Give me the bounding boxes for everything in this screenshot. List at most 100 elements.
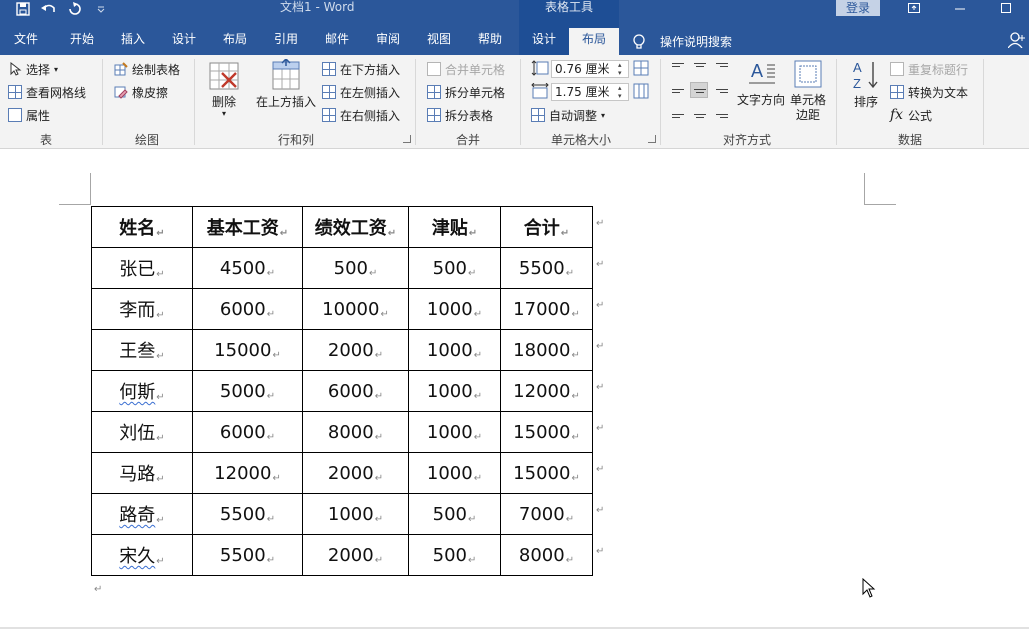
eraser-button[interactable]: 橡皮擦 [114, 82, 168, 102]
tab-layout[interactable]: 布局 [210, 28, 260, 55]
sort-button[interactable]: AZ 排序 [848, 59, 884, 110]
cell-margins-button[interactable]: 单元格 边距 [788, 59, 828, 123]
table-cell[interactable]: 8000↵ [500, 534, 593, 576]
column-width-input[interactable]: 1.75 厘米 ▴ ▾ [551, 83, 629, 101]
align-top-left-button[interactable] [668, 59, 686, 75]
table-cell[interactable]: 1000↵ [408, 411, 501, 453]
table-cell[interactable]: 500↵ [408, 534, 501, 576]
table-cell[interactable]: 500↵ [408, 493, 501, 535]
text-direction-button[interactable]: A 文字方向 [734, 59, 788, 108]
table-cell[interactable]: 4500↵ [192, 247, 303, 289]
table-cell[interactable]: 李而↵ [91, 288, 193, 330]
delete-button[interactable]: 删除 ▾ [205, 61, 243, 118]
header-cell[interactable]: 绩效工资↵ [302, 206, 409, 248]
table-cell[interactable]: 500↵ [408, 247, 501, 289]
table-cell[interactable]: 马路↵ [91, 452, 193, 494]
tell-me-search[interactable]: 操作说明搜索 [632, 28, 732, 55]
align-top-right-button[interactable] [712, 59, 730, 75]
align-middle-right-button[interactable] [712, 82, 730, 98]
customize-qat-icon[interactable] [88, 0, 114, 18]
repeat-header-rows-button[interactable]: 重复标题行 [890, 59, 968, 79]
merge-cells-button[interactable]: 合并单元格 [427, 59, 505, 79]
redo-icon[interactable] [62, 0, 88, 18]
table-cell[interactable]: 宋久↵ [91, 534, 193, 576]
insert-left-button[interactable]: 在左侧插入 [322, 82, 400, 102]
tab-home[interactable]: 开始 [56, 28, 108, 55]
header-cell[interactable]: 姓名↵ [91, 206, 193, 248]
align-bottom-left-button[interactable] [668, 105, 686, 121]
distribute-rows-icon[interactable] [633, 60, 649, 79]
table-cell[interactable]: 5500↵ [192, 493, 303, 535]
table-cell[interactable]: 1000↵ [408, 288, 501, 330]
tab-mailings[interactable]: 邮件 [312, 28, 362, 55]
table-cell[interactable]: 2000↵ [302, 452, 409, 494]
header-cell[interactable]: 基本工资↵ [192, 206, 303, 248]
table-cell[interactable]: 6000↵ [192, 411, 303, 453]
header-cell[interactable]: 津贴↵ [408, 206, 501, 248]
share-user-icon[interactable] [1007, 32, 1026, 51]
table-cell[interactable]: 何斯↵ [91, 370, 193, 412]
table-cell[interactable]: 2000↵ [302, 534, 409, 576]
spinner-icon[interactable]: ▴ ▾ [618, 61, 626, 77]
document-page[interactable]: 姓名↵ 基本工资↵ 绩效工资↵ 津贴↵ 合计↵ 张已↵ 4500↵ 500↵ 5… [0, 150, 1029, 627]
tab-file[interactable]: 文件 [0, 28, 52, 55]
table-cell[interactable]: 张已↵ [91, 247, 193, 289]
table-cell[interactable]: 1000↵ [302, 493, 409, 535]
rows-columns-dialog-launcher-icon[interactable] [403, 135, 411, 143]
tab-view[interactable]: 视图 [414, 28, 464, 55]
insert-right-button[interactable]: 在右侧插入 [322, 105, 400, 125]
tab-design[interactable]: 设计 [158, 28, 210, 55]
tab-help[interactable]: 帮助 [464, 28, 516, 55]
cell-size-dialog-launcher-icon[interactable] [648, 135, 656, 143]
table-cell[interactable]: 10000↵ [302, 288, 409, 330]
draw-table-button[interactable]: 绘制表格 [114, 59, 180, 79]
insert-above-button[interactable]: 在上方插入 [254, 57, 318, 110]
align-middle-left-button[interactable] [668, 82, 686, 98]
table-cell[interactable]: 6000↵ [302, 370, 409, 412]
table-cell[interactable]: 5500↵ [192, 534, 303, 576]
ribbon-display-options-icon[interactable] [899, 0, 929, 16]
align-middle-center-button[interactable] [690, 82, 708, 98]
table-cell[interactable]: 1000↵ [408, 370, 501, 412]
table-cell[interactable]: 15000↵ [500, 452, 593, 494]
spinner-icon[interactable]: ▴ ▾ [618, 84, 626, 100]
table-cell[interactable]: 8000↵ [302, 411, 409, 453]
login-button[interactable]: 登录 [836, 0, 880, 16]
insert-below-button[interactable]: 在下方插入 [322, 59, 400, 79]
row-height-input[interactable]: 0.76 厘米 ▴ ▾ [551, 60, 629, 78]
table-cell[interactable]: 2000↵ [302, 329, 409, 371]
maximize-icon[interactable] [991, 0, 1021, 16]
tab-table-layout[interactable]: 布局 [569, 28, 619, 55]
table-cell[interactable]: 500↵ [302, 247, 409, 289]
select-button[interactable]: 选择 ▾ [10, 59, 58, 79]
table-cell[interactable]: 12000↵ [192, 452, 303, 494]
save-icon[interactable] [10, 0, 36, 18]
table-cell[interactable]: 1000↵ [408, 452, 501, 494]
view-gridlines-button[interactable]: 查看网格线 [8, 82, 86, 102]
autofit-button[interactable]: 自动调整 ▾ [531, 105, 605, 125]
split-cells-button[interactable]: 拆分单元格 [427, 82, 505, 102]
tab-table-design[interactable]: 设计 [519, 28, 569, 55]
formula-button[interactable]: fx 公式 [890, 105, 932, 125]
header-cell[interactable]: 合计↵ [500, 206, 593, 248]
table-cell[interactable]: 路奇↵ [91, 493, 193, 535]
table-cell[interactable]: 15000↵ [500, 411, 593, 453]
align-bottom-center-button[interactable] [690, 105, 708, 121]
table-cell[interactable]: 17000↵ [500, 288, 593, 330]
convert-to-text-button[interactable]: 转换为文本 [890, 82, 968, 102]
align-top-center-button[interactable] [690, 59, 708, 75]
distribute-columns-icon[interactable] [633, 83, 649, 102]
tab-references[interactable]: 引用 [260, 28, 312, 55]
minimize-icon[interactable] [945, 0, 975, 16]
table-cell[interactable]: 5500↵ [500, 247, 593, 289]
salary-table[interactable]: 姓名↵ 基本工资↵ 绩效工资↵ 津贴↵ 合计↵ 张已↵ 4500↵ 500↵ 5… [91, 206, 593, 576]
tab-insert[interactable]: 插入 [108, 28, 158, 55]
table-cell[interactable]: 王叁↵ [91, 329, 193, 371]
tab-review[interactable]: 审阅 [362, 28, 414, 55]
table-cell[interactable]: 5000↵ [192, 370, 303, 412]
undo-icon[interactable] [36, 0, 62, 18]
table-cell[interactable]: 12000↵ [500, 370, 593, 412]
table-cell[interactable]: 7000↵ [500, 493, 593, 535]
split-table-button[interactable]: 拆分表格 [427, 105, 493, 125]
table-cell[interactable]: 15000↵ [192, 329, 303, 371]
